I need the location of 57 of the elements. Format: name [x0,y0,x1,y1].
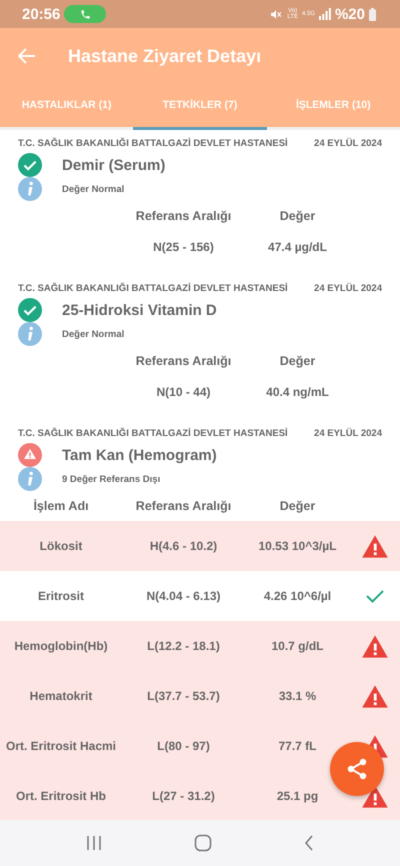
column-header: İşlem Adı [32,498,90,515]
result-value: 33.1 % [245,671,350,721]
hospital-name: T.C. SAĞLIK BAKANLIĞI BATTALGAZİ DEVLET HASTANESİ [18,138,288,149]
mute-icon [269,8,284,20]
hospital-name: T.C. SAĞLIK BAKANLIĞI BATTALGAZİ DEVLET HASTANESİ [18,428,288,439]
phone-icon [80,8,91,20]
signal-icon [318,8,331,20]
reference-range: L(80 - 97) [122,721,245,771]
test-item-name: Lökosit [0,521,122,571]
reference-range: N(25 - 156) [152,239,215,256]
result-value: 10.7 g/dL [245,621,350,671]
column-header: Referans Aralığı [134,498,232,515]
battery-icon [369,8,376,20]
result-value: 10.53 10^3/µL [245,521,350,571]
result-note: Değer Normal [62,328,124,340]
info-icon[interactable] [18,177,42,201]
test-item-name: Ort. Eritrosit Hacmi [0,721,122,771]
reference-range: L(27 - 31.2) [122,771,245,820]
clock: 20:56 [22,6,60,22]
test-item-name: Hematokrit [0,671,122,721]
column-header: Değer [278,208,316,225]
test-item-name: Ort. Eritrosit Hb [0,771,122,820]
test-date: 24 EYLÜL 2024 [314,283,382,294]
share-icon [345,757,369,781]
call-indicator[interactable] [64,5,106,23]
result-value: 40.4 ng/mL [265,384,330,401]
column-header: Referans Aralığı [134,208,232,225]
result-value: 47.4 µg/dL [267,239,328,256]
result-value: 25.1 pg [245,771,350,820]
home-icon [194,834,212,852]
reference-range: H(4.6 - 10.2) [122,521,245,571]
test-item-name: Hemoglobin(Hb) [0,621,122,671]
test-date: 24 EYLÜL 2024 [314,138,382,149]
test-name: Demir (Serum) [62,156,166,174]
reference-range: N(4.04 - 6.13) [145,588,222,605]
hospital-name: T.C. SAĞLIK BAKANLIĞI BATTALGAZİ DEVLET HASTANESİ [18,283,288,294]
info-icon[interactable] [18,322,42,346]
screen-title: Hastane Ziyaret Detayı [68,46,262,66]
result-note: Değer Normal [62,184,124,194]
reference-range: N(10 - 44) [155,384,212,401]
result-value: 4.26 10^6/µl [262,588,332,605]
back-arrow-icon [18,48,36,64]
test-name: Tam Kan (Hemogram) [62,446,217,464]
test-item-name: Eritrosit [36,588,85,605]
test-name: 25-Hidroksi Vitamin D [62,302,217,318]
info-icon[interactable] [18,467,42,491]
result-note: 9 Değer Referans Dışı [62,474,160,484]
back-chevron-icon [304,835,314,851]
column-header: Referans Aralığı [134,353,232,370]
recent-apps-icon [86,835,102,851]
reference-range: L(12.2 - 18.1) [122,621,245,671]
column-header: Değer [278,498,316,515]
reference-range: L(37.7 - 53.7) [122,671,245,721]
battery-percent: %20 [334,6,365,22]
column-header: Değer [278,353,316,370]
test-date: 24 EYLÜL 2024 [314,428,382,439]
back-button[interactable] [18,48,36,64]
